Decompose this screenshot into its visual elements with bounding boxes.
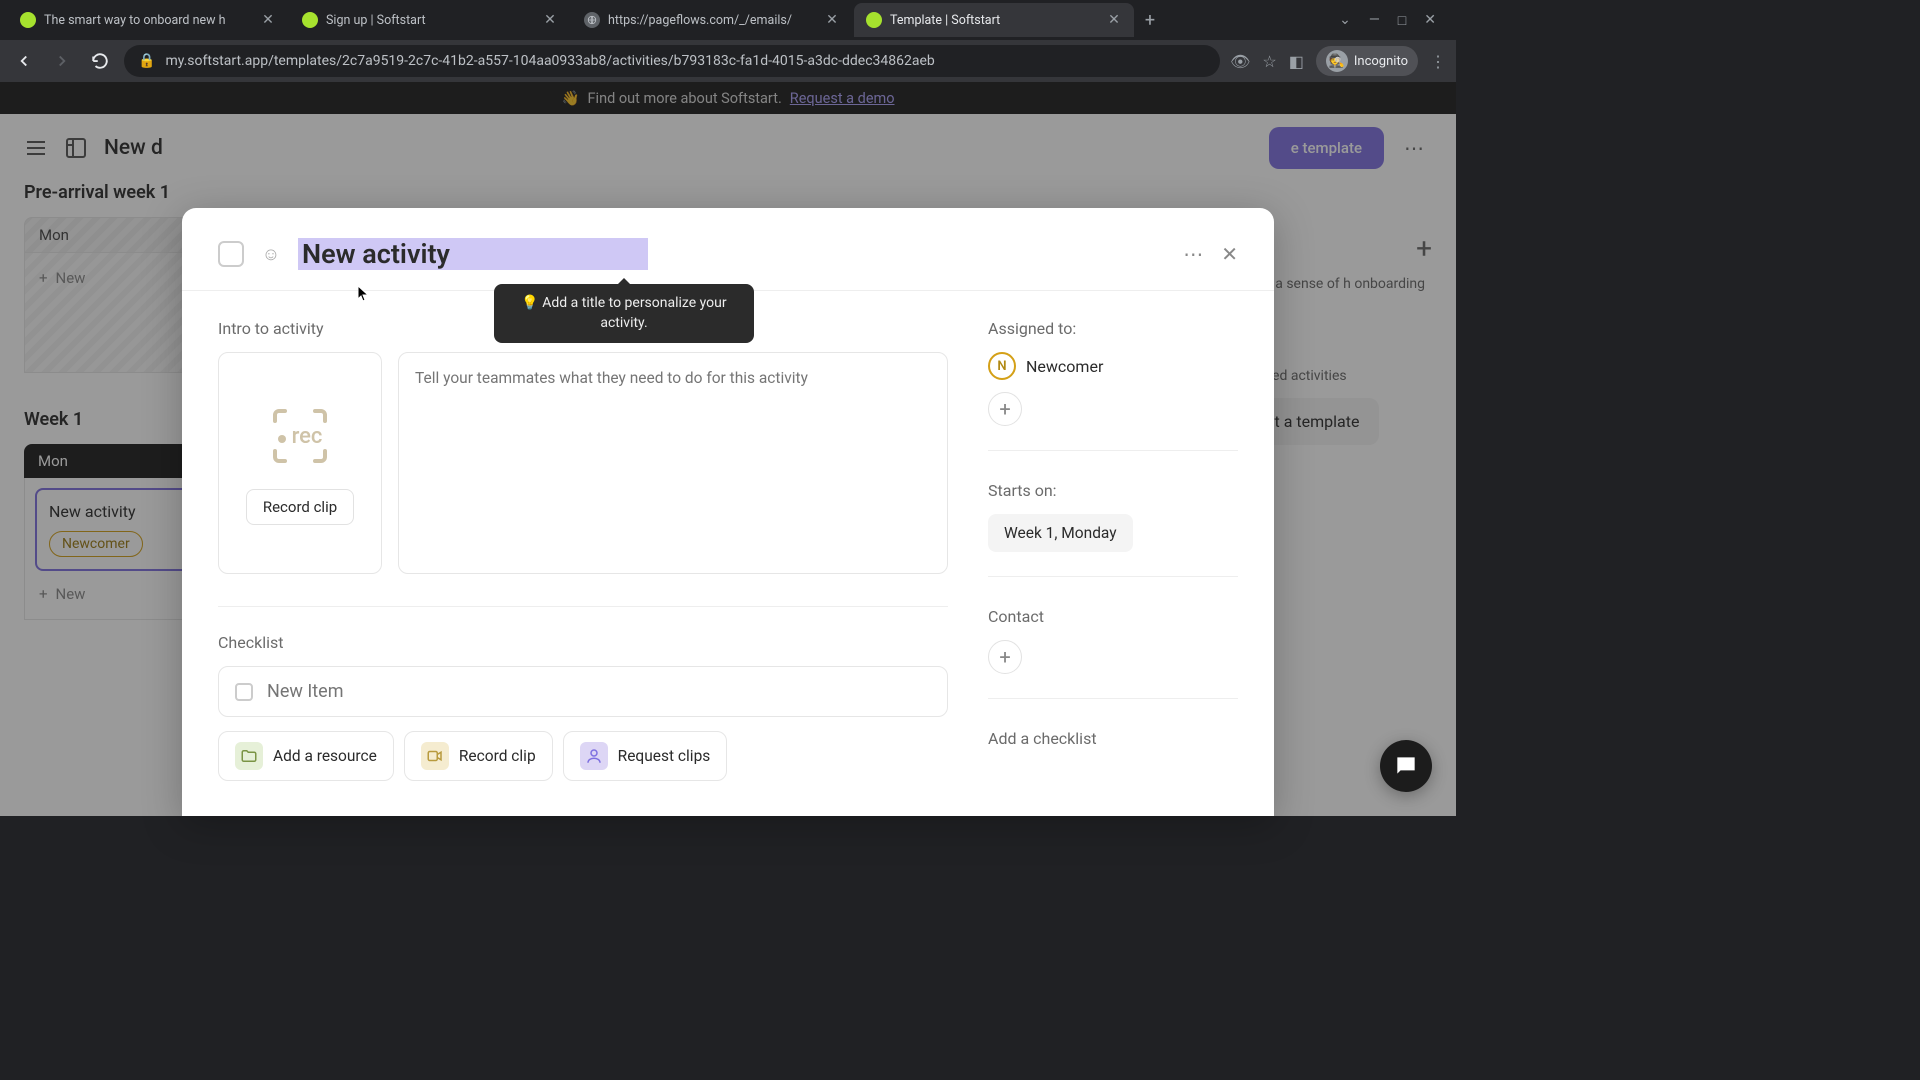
maximize-icon[interactable]: □ xyxy=(1398,12,1406,29)
contact-label: Contact xyxy=(988,607,1238,626)
assigned-label: Assigned to: xyxy=(988,319,1238,338)
activity-description-input[interactable] xyxy=(398,352,948,574)
record-icon: rec xyxy=(265,401,335,471)
starts-section: Starts on: Week 1, Monday xyxy=(988,481,1238,577)
minimize-icon[interactable]: — xyxy=(1369,12,1380,29)
tab-title: Template | Softstart xyxy=(890,13,1098,28)
tab-title: https://pageflows.com/_/emails/ xyxy=(608,13,816,28)
assignee-name: Newcomer xyxy=(1026,357,1103,376)
lock-icon: 🔒 xyxy=(138,53,155,69)
avatar-badge: N xyxy=(988,352,1016,380)
request-clips-button[interactable]: Request clips xyxy=(563,731,728,781)
title-tooltip: 💡 Add a title to personalize your activi… xyxy=(494,284,754,343)
reload-button[interactable] xyxy=(86,47,114,75)
starts-label: Starts on: xyxy=(988,481,1238,500)
tab-title: The smart way to onboard new h xyxy=(44,13,252,28)
tab-search-icon[interactable]: ⌄ xyxy=(1339,12,1351,29)
modal-body: Intro to activity rec Record clip Checkl… xyxy=(182,291,1274,809)
browser-chrome: The smart way to onboard new h ✕ Sign up… xyxy=(0,0,1456,82)
person-icon xyxy=(580,742,608,770)
toolbar-right: 👁 ☆ ◧ 🕵 Incognito ⋮ xyxy=(1230,46,1446,76)
favicon-icon xyxy=(20,12,36,28)
incognito-label: Incognito xyxy=(1354,54,1408,69)
starts-on-chip[interactable]: Week 1, Monday xyxy=(988,514,1133,552)
tab-title: Sign up | Softstart xyxy=(326,13,534,28)
new-tab-button[interactable]: + xyxy=(1136,6,1164,34)
add-assignee-button[interactable]: + xyxy=(988,392,1022,426)
add-contact-button[interactable]: + xyxy=(988,640,1022,674)
url-bar[interactable]: 🔒 my.softstart.app/templates/2c7a9519-2c… xyxy=(124,45,1220,77)
modal-close-icon[interactable]: ✕ xyxy=(1221,242,1238,266)
eye-off-icon[interactable]: 👁 xyxy=(1230,52,1250,71)
request-clips-label: Request clips xyxy=(618,747,711,765)
modal-header: ☺ ⋯ ✕ 💡 Add a title to personalize your … xyxy=(182,208,1274,291)
checklist-item-checkbox[interactable] xyxy=(235,683,253,701)
tab-1[interactable]: Sign up | Softstart ✕ xyxy=(290,3,570,37)
checklist-item-input[interactable] xyxy=(267,681,931,702)
incognito-badge[interactable]: 🕵 Incognito xyxy=(1316,46,1418,76)
browser-menu-icon[interactable]: ⋮ xyxy=(1430,52,1446,71)
close-window-icon[interactable]: ✕ xyxy=(1424,12,1436,29)
tab-3[interactable]: Template | Softstart ✕ xyxy=(854,3,1134,37)
tab-strip: The smart way to onboard new h ✕ Sign up… xyxy=(0,0,1456,40)
record-clip-action-button[interactable]: Record clip xyxy=(404,731,553,781)
add-resource-button[interactable]: Add a resource xyxy=(218,731,394,781)
favicon-icon xyxy=(302,12,318,28)
favicon-icon xyxy=(584,12,600,28)
favicon-icon xyxy=(866,12,882,28)
record-clip-box[interactable]: rec Record clip xyxy=(218,352,382,574)
video-icon xyxy=(421,742,449,770)
activity-complete-checkbox[interactable] xyxy=(218,241,244,267)
contact-section: Contact + xyxy=(988,607,1238,699)
window-controls: ⌄ — □ ✕ xyxy=(1339,12,1448,29)
tab-close-icon[interactable]: ✕ xyxy=(824,12,840,28)
help-chat-button[interactable] xyxy=(1380,740,1432,792)
record-clip-label: Record clip xyxy=(459,747,536,765)
side-panel-icon[interactable]: ◧ xyxy=(1289,52,1304,71)
folder-icon xyxy=(235,742,263,770)
record-clip-button[interactable]: Record clip xyxy=(246,489,354,525)
checklist-label: Checklist xyxy=(218,633,948,652)
checklist-actions: Add a resource Record clip Request clips xyxy=(218,731,948,781)
activity-modal: ☺ ⋯ ✕ 💡 Add a title to personalize your … xyxy=(182,208,1274,816)
tab-2[interactable]: https://pageflows.com/_/emails/ ✕ xyxy=(572,3,852,37)
modal-more-icon[interactable]: ⋯ xyxy=(1183,242,1203,266)
add-resource-label: Add a resource xyxy=(273,747,377,765)
modal-sidebar: Assigned to: N Newcomer + Starts on: Wee… xyxy=(988,319,1238,781)
emoji-picker-button[interactable]: ☺ xyxy=(258,241,284,267)
activity-title-input[interactable] xyxy=(298,238,648,270)
page: 👋 Find out more about Softstart. Request… xyxy=(0,82,1456,816)
tab-0[interactable]: The smart way to onboard new h ✕ xyxy=(8,3,288,37)
assigned-section: Assigned to: N Newcomer + xyxy=(988,319,1238,451)
bookmark-icon[interactable]: ☆ xyxy=(1262,52,1276,71)
tab-close-icon[interactable]: ✕ xyxy=(1106,12,1122,28)
back-button[interactable] xyxy=(10,47,38,75)
tab-close-icon[interactable]: ✕ xyxy=(542,12,558,28)
modal-main: Intro to activity rec Record clip Checkl… xyxy=(218,319,948,781)
browser-toolbar: 🔒 my.softstart.app/templates/2c7a9519-2c… xyxy=(0,40,1456,82)
forward-button[interactable] xyxy=(48,47,76,75)
tab-close-icon[interactable]: ✕ xyxy=(260,12,276,28)
url-text: my.softstart.app/templates/2c7a9519-2c7c… xyxy=(165,53,934,69)
add-checklist-button[interactable]: Add a checklist xyxy=(988,729,1238,748)
checklist-box xyxy=(218,666,948,717)
checklist-item xyxy=(235,681,931,702)
incognito-icon: 🕵 xyxy=(1326,50,1348,72)
assignee-row[interactable]: N Newcomer xyxy=(988,352,1238,380)
